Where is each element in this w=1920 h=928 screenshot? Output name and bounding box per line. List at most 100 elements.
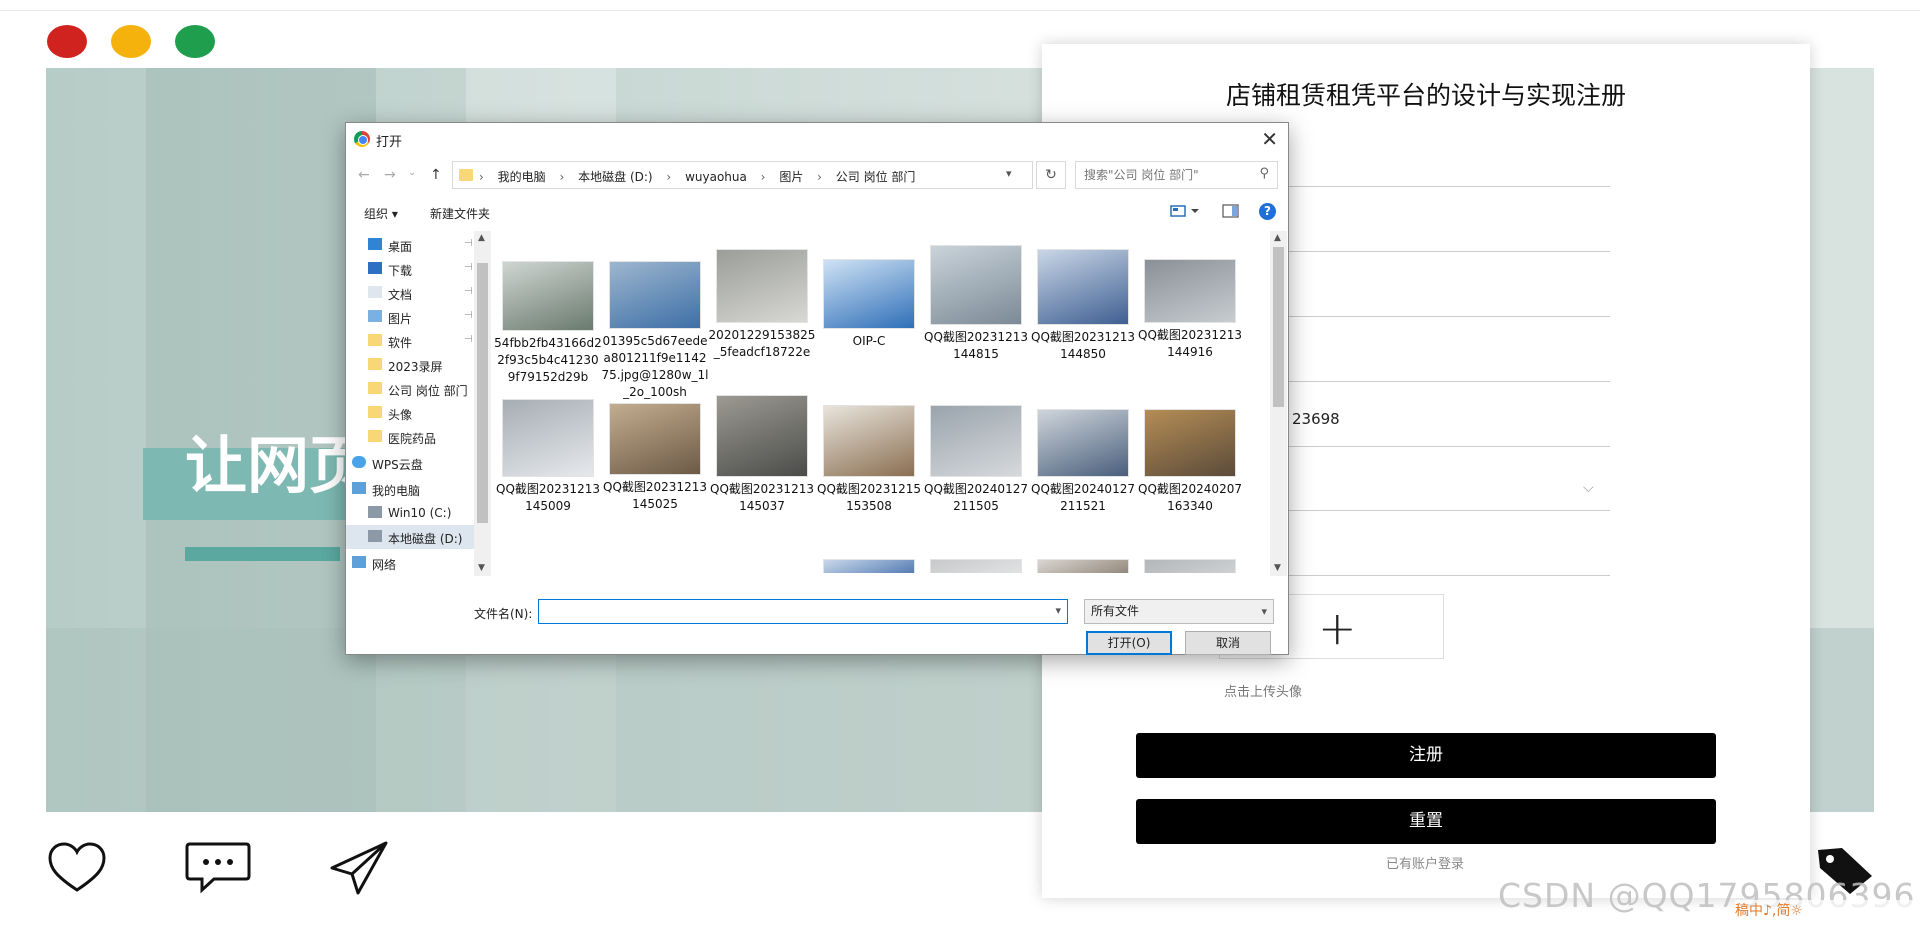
file-name: QQ截图20231213145025 xyxy=(603,480,707,511)
file-name: OIP-C xyxy=(852,334,886,348)
up-arrow-icon[interactable]: ↑ xyxy=(430,167,442,183)
file-item[interactable]: QQ截图20231213145025 xyxy=(601,391,709,531)
input-underline[interactable] xyxy=(1250,251,1610,252)
phone-field-value[interactable]: 23698 xyxy=(1292,410,1340,428)
dialog-titlebar[interactable]: 打开 ✕ xyxy=(346,123,1288,155)
input-underline[interactable] xyxy=(1250,381,1610,382)
close-icon[interactable]: ✕ xyxy=(1261,127,1278,151)
minimize-dot[interactable] xyxy=(111,25,151,58)
help-icon[interactable]: ? xyxy=(1259,203,1276,220)
breadcrumb-item[interactable]: wuyaohua xyxy=(685,170,747,184)
file-item[interactable]: 54fbb2fb43166d22f93c5b4c412309f79152d29b xyxy=(494,231,602,384)
sidebar-item[interactable]: 医院药品 xyxy=(346,425,476,449)
heart-icon[interactable] xyxy=(46,840,108,896)
file-item[interactable] xyxy=(922,559,1030,573)
login-link[interactable]: 已有账户登录 xyxy=(1386,853,1464,872)
file-item[interactable]: 01395c5d67eedea801211f9e114275.jpg@1280w… xyxy=(601,231,709,399)
folder-icon xyxy=(368,382,382,394)
back-arrow-icon[interactable]: ← xyxy=(358,167,370,183)
sidebar-item[interactable]: Win10 (C:) xyxy=(346,501,476,525)
message-icon[interactable] xyxy=(184,840,252,894)
image-thumbnail xyxy=(930,405,1022,477)
file-item[interactable]: QQ截图20231213145037 xyxy=(708,391,816,531)
file-item[interactable] xyxy=(1136,559,1244,573)
chevron-down-icon[interactable]: ▾ xyxy=(1261,600,1267,623)
sidebar-scrollbar[interactable]: ▲ ▼ xyxy=(474,231,491,576)
sidebar-item-label: 文档 xyxy=(388,288,413,302)
address-bar[interactable]: › 我的电脑 › 本地磁盘 (D:) › wuyaohua › 图片 › 公司 … xyxy=(452,161,1033,189)
image-thumbnail xyxy=(1144,259,1236,323)
image-thumbnail xyxy=(1144,409,1236,477)
file-item[interactable] xyxy=(815,559,923,573)
chevron-down-icon[interactable]: ▾ xyxy=(1055,604,1061,617)
new-folder-button[interactable]: 新建文件夹 xyxy=(430,205,490,222)
reset-button[interactable]: 重置 xyxy=(1136,799,1716,844)
scroll-thumb[interactable] xyxy=(1273,247,1284,407)
input-underline[interactable] xyxy=(1250,575,1610,576)
select-underline[interactable] xyxy=(1250,510,1610,511)
scroll-down-icon[interactable]: ▼ xyxy=(478,563,485,573)
search-input[interactable] xyxy=(1076,162,1246,188)
filename-input[interactable] xyxy=(539,600,1039,623)
input-underline[interactable] xyxy=(1250,316,1610,317)
sidebar-item[interactable]: 图片 ⊣ xyxy=(346,305,476,329)
cancel-button[interactable]: 取消 xyxy=(1185,631,1271,655)
view-options-icon[interactable] xyxy=(1170,203,1200,219)
ime-toolbar[interactable]: 稿中♪,简☼ xyxy=(1735,900,1915,922)
files-scrollbar[interactable]: ▲ ▼ xyxy=(1270,231,1287,576)
scroll-thumb[interactable] xyxy=(477,263,488,523)
forward-arrow-icon[interactable]: → xyxy=(384,167,396,183)
breadcrumb-separator: › xyxy=(479,170,484,184)
file-item[interactable]: OIP-C xyxy=(815,231,923,371)
file-item[interactable]: QQ截图20231215153508 xyxy=(815,391,923,531)
file-item[interactable] xyxy=(1029,559,1137,573)
breadcrumb-item[interactable]: 我的电脑 xyxy=(498,170,546,184)
file-item[interactable]: QQ截图20231213144916 xyxy=(1136,231,1244,371)
folder-icon xyxy=(368,430,382,442)
send-icon[interactable] xyxy=(328,840,390,896)
image-thumbnail xyxy=(716,249,808,323)
file-item[interactable]: 20201229153825_5feadcf18722e xyxy=(708,231,816,371)
sidebar-item[interactable]: WPS云盘 xyxy=(346,451,476,475)
file-item[interactable]: QQ截图20231213145009 xyxy=(494,391,602,531)
close-dot[interactable] xyxy=(47,25,87,58)
scroll-down-icon[interactable]: ▼ xyxy=(1274,563,1281,573)
sidebar-item[interactable]: 头像 xyxy=(346,401,476,425)
maximize-dot[interactable] xyxy=(175,25,215,58)
sidebar-item[interactable]: 2023录屏 xyxy=(346,353,476,377)
file-item[interactable]: QQ截图20240127211505 xyxy=(922,391,1030,531)
register-button[interactable]: 注册 xyxy=(1136,733,1716,778)
breadcrumb-item[interactable]: 图片 xyxy=(779,170,803,184)
scroll-up-icon[interactable]: ▲ xyxy=(478,233,485,243)
chevron-down-icon[interactable]: ▾ xyxy=(1006,167,1012,180)
plus-icon[interactable]: + xyxy=(1318,598,1357,658)
search-box[interactable]: ⚲ xyxy=(1075,161,1278,189)
scroll-up-icon[interactable]: ▲ xyxy=(1274,233,1281,243)
filetype-select[interactable]: 所有文件 ▾ xyxy=(1084,599,1274,624)
file-item[interactable]: QQ截图20240127211521 xyxy=(1029,391,1137,531)
open-button[interactable]: 打开(O) xyxy=(1086,631,1172,655)
file-item[interactable]: QQ截图20240207163340 xyxy=(1136,391,1244,531)
chevron-down-icon[interactable]: ⌵ xyxy=(1583,480,1594,496)
sidebar-item[interactable]: 公司 岗位 部门 xyxy=(346,377,476,401)
recent-locations-icon[interactable]: ⌄ xyxy=(408,167,416,178)
sidebar-item[interactable]: 下载 ⊣ xyxy=(346,257,476,281)
sidebar-item[interactable]: 桌面 ⊣ xyxy=(346,233,476,257)
search-icon[interactable]: ⚲ xyxy=(1259,166,1269,181)
sidebar-item[interactable]: 文档 ⊣ xyxy=(346,281,476,305)
input-underline[interactable] xyxy=(1250,446,1610,447)
refresh-icon[interactable]: ↻ xyxy=(1036,161,1066,189)
filename-field[interactable]: ▾ xyxy=(538,599,1068,624)
sidebar-item[interactable]: 软件 ⊣ xyxy=(346,329,476,353)
file-item[interactable]: QQ截图20231213144850 xyxy=(1029,231,1137,371)
sidebar-item[interactable]: 本地磁盘 (D:) xyxy=(346,525,476,549)
breadcrumb-separator: › xyxy=(760,170,766,184)
preview-pane-icon[interactable] xyxy=(1222,203,1240,219)
input-underline[interactable] xyxy=(1250,186,1610,187)
breadcrumb-item[interactable]: 本地磁盘 (D:) xyxy=(578,170,652,184)
breadcrumb-item[interactable]: 公司 岗位 部门 xyxy=(836,170,916,184)
file-item[interactable]: QQ截图20231213144815 xyxy=(922,231,1030,371)
sidebar-item[interactable]: 我的电脑 xyxy=(346,477,476,501)
sidebar-item[interactable]: 网络 xyxy=(346,551,476,571)
organize-menu[interactable]: 组织 ▾ xyxy=(364,205,398,222)
